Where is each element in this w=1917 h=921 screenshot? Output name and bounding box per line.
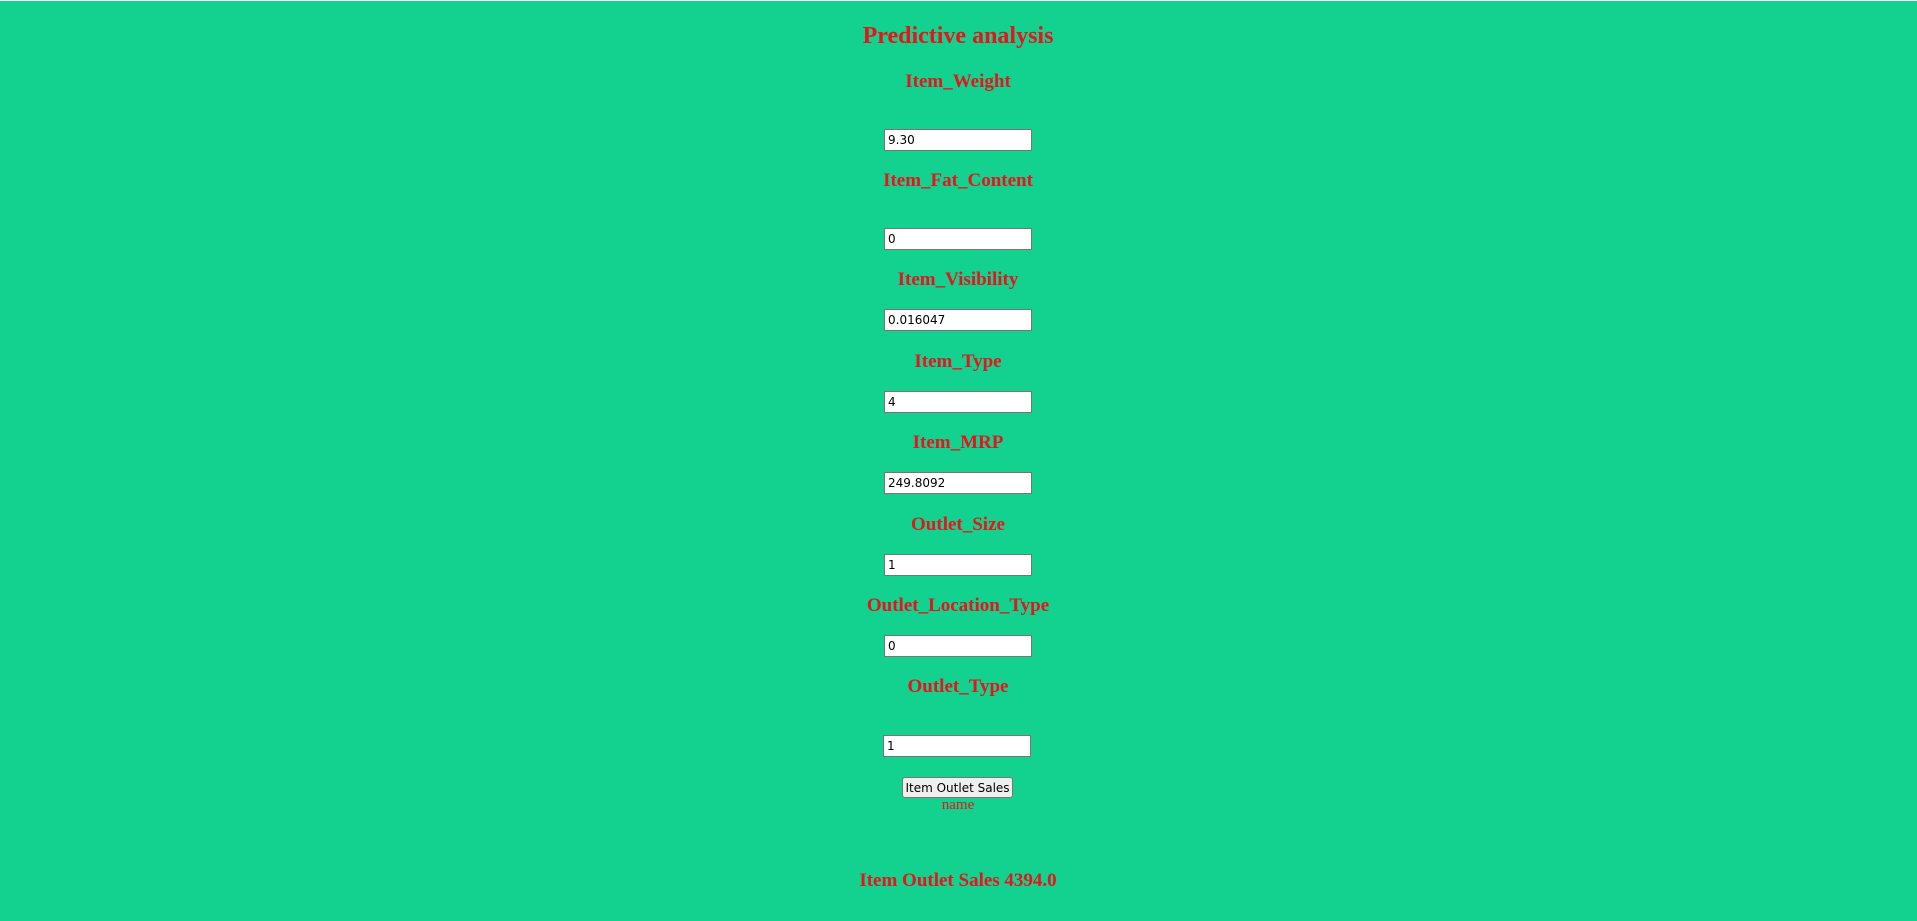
outlet-location-type-input[interactable] <box>884 635 1032 657</box>
outlet-type-input[interactable] <box>883 735 1031 757</box>
item-type-input[interactable] <box>884 391 1032 413</box>
outlet-type-label: Outlet_Type <box>907 676 1009 697</box>
item-outlet-sales-button[interactable]: Item Outlet Sales <box>902 777 1013 798</box>
item-weight-input[interactable] <box>884 129 1032 151</box>
page-title: Predictive analysis <box>862 23 1054 49</box>
name-label: name <box>941 797 975 813</box>
outlet-size-input[interactable] <box>884 554 1032 576</box>
item-fat-content-label: Item_Fat_Content <box>883 170 1033 191</box>
outlet-location-type-label: Outlet_Location_Type <box>866 595 1050 616</box>
item-fat-content-input[interactable] <box>884 228 1032 250</box>
item-visibility-label: Item_Visibility <box>897 269 1019 290</box>
prediction-result: Item Outlet Sales 4394.0 <box>859 870 1057 891</box>
item-weight-label: Item_Weight <box>905 71 1011 92</box>
outlet-size-label: Outlet_Size <box>911 514 1005 535</box>
item-mrp-input[interactable] <box>884 472 1032 494</box>
item-visibility-input[interactable] <box>884 309 1032 331</box>
item-mrp-label: Item_MRP <box>912 432 1004 453</box>
item-type-label: Item_Type <box>914 351 1002 372</box>
